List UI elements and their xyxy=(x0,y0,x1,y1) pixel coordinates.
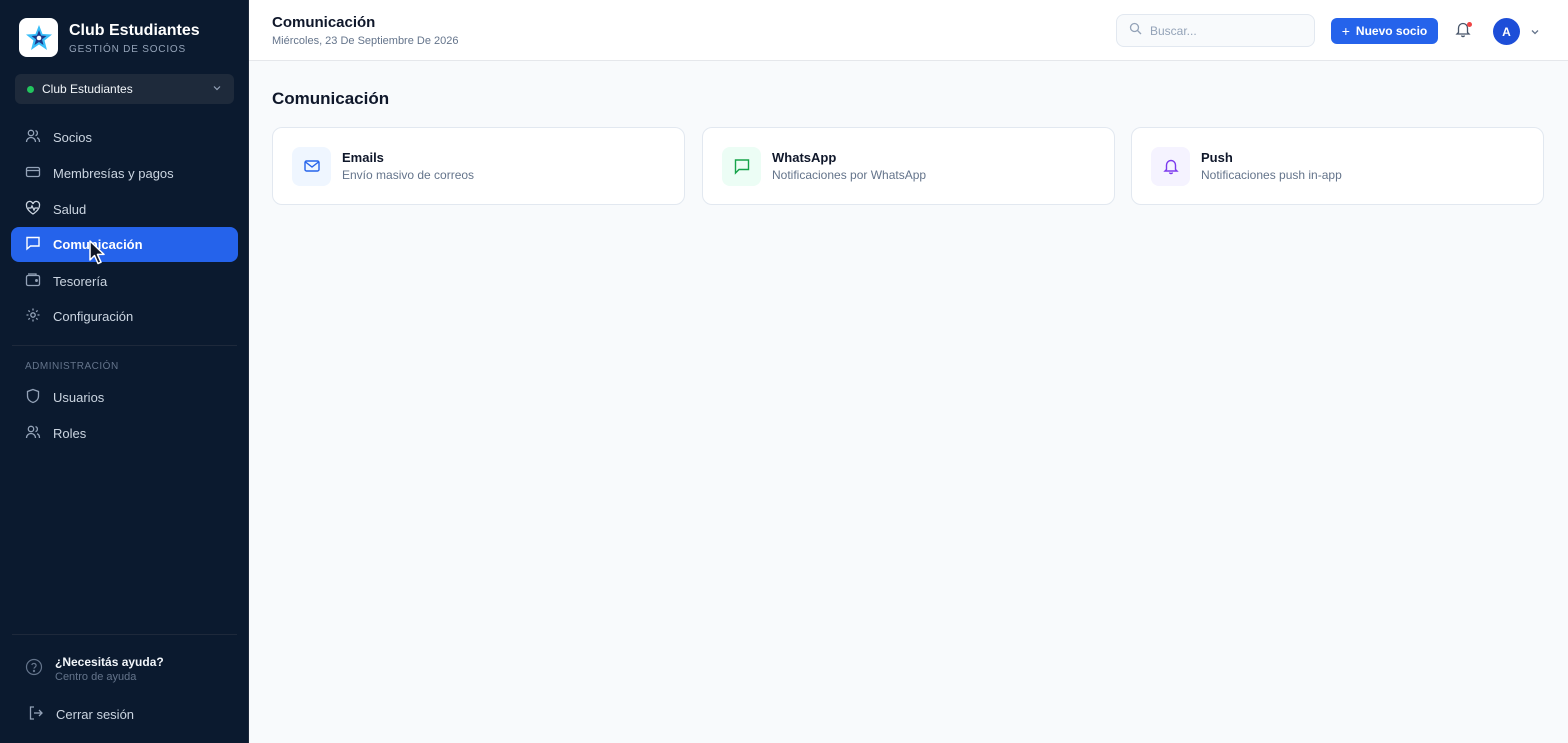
card-subtitle: Envío masivo de correos xyxy=(342,168,475,182)
sidebar: Club Estudiantes GESTIÓN DE SOCIOS Club … xyxy=(0,0,249,743)
sidebar-divider xyxy=(12,634,237,635)
card-subtitle: Notificaciones push in-app xyxy=(1201,168,1342,182)
card-subtitle: Notificaciones por WhatsApp xyxy=(772,168,927,182)
message-icon xyxy=(722,146,761,186)
sidebar-item-roles[interactable]: Roles xyxy=(11,416,238,451)
sidebar-item-usuarios[interactable]: Usuarios xyxy=(11,380,238,415)
message-square-icon xyxy=(25,235,53,254)
card-title: Push xyxy=(1201,150,1233,165)
brand-name: Club Estudiantes xyxy=(69,21,200,39)
brand-subtitle: GESTIÓN DE SOCIOS xyxy=(69,43,186,55)
help-link[interactable]: ¿Necesitás ayuda? Centro de ayuda xyxy=(25,655,164,683)
card-title: Emails xyxy=(342,150,384,165)
notifications-button[interactable] xyxy=(1452,20,1474,42)
avatar[interactable]: A xyxy=(1493,18,1520,45)
current-date: Miércoles, 23 De Septiembre De 2026 xyxy=(272,35,459,47)
wallet-icon xyxy=(25,272,53,291)
section-heading: Comunicación xyxy=(272,89,390,108)
mouse-cursor-icon xyxy=(88,240,108,271)
sidebar-item-comunicacion[interactable]: Comunicación xyxy=(11,227,238,262)
shield-icon xyxy=(25,388,53,407)
plus-icon: + xyxy=(1341,23,1350,39)
card-emails[interactable]: Emails Envío masivo de correos xyxy=(272,127,685,205)
card-push[interactable]: Push Notificaciones push in-app xyxy=(1131,127,1544,205)
sidebar-item-membresias[interactable]: Membresías y pagos xyxy=(11,156,238,191)
section-label-admin: ADMINISTRACIÓN xyxy=(25,361,119,372)
new-member-button[interactable]: + Nuevo socio xyxy=(1331,18,1438,44)
top-header: Comunicación Miércoles, 23 De Septiembre… xyxy=(249,0,1568,61)
status-dot xyxy=(27,85,34,93)
sidebar-divider xyxy=(12,345,237,346)
sidebar-item-label: Salud xyxy=(53,202,87,217)
sidebar-item-configuracion[interactable]: Configuración xyxy=(11,299,238,334)
credit-card-icon xyxy=(25,164,53,183)
sidebar-item-label: Roles xyxy=(53,426,87,441)
logout-icon xyxy=(28,705,44,724)
brand[interactable]: Club Estudiantes GESTIÓN DE SOCIOS xyxy=(19,18,200,57)
search-input[interactable] xyxy=(1150,23,1300,38)
sidebar-item-label: Membresías y pagos xyxy=(53,166,174,181)
club-selector[interactable]: Club Estudiantes xyxy=(15,74,234,104)
club-selector-value: Club Estudiantes xyxy=(42,82,133,96)
gear-icon xyxy=(25,307,53,326)
help-title: ¿Necesitás ayuda? xyxy=(55,655,164,669)
mail-icon xyxy=(292,146,331,186)
sidebar-item-label: Configuración xyxy=(53,309,134,324)
club-logo xyxy=(19,18,58,57)
chevron-down-icon[interactable] xyxy=(1529,25,1541,43)
users-icon xyxy=(25,128,53,147)
logout-button[interactable]: Cerrar sesión xyxy=(28,705,134,724)
sidebar-item-socios[interactable]: Socios xyxy=(11,120,238,155)
heart-pulse-icon xyxy=(25,200,53,219)
sidebar-item-label: Usuarios xyxy=(53,390,105,405)
card-title: WhatsApp xyxy=(772,150,837,165)
search-box[interactable] xyxy=(1116,14,1315,47)
chevron-down-icon xyxy=(212,80,222,98)
sidebar-item-label: Tesorería xyxy=(53,274,108,289)
page-title: Comunicación xyxy=(272,14,376,31)
search-icon xyxy=(1129,22,1142,40)
help-circle-icon xyxy=(25,658,43,681)
sidebar-item-tesoreria[interactable]: Tesorería xyxy=(11,264,238,299)
bell-icon xyxy=(1151,146,1190,186)
help-subtitle: Centro de ayuda xyxy=(55,671,137,683)
logout-label: Cerrar sesión xyxy=(56,707,135,722)
sidebar-item-label: Socios xyxy=(53,130,93,145)
sidebar-item-salud[interactable]: Salud xyxy=(11,192,238,227)
new-member-label: Nuevo socio xyxy=(1355,24,1428,38)
users-icon xyxy=(25,424,53,443)
card-whatsapp[interactable]: WhatsApp Notificaciones por WhatsApp xyxy=(702,127,1115,205)
notification-dot xyxy=(1467,22,1472,27)
